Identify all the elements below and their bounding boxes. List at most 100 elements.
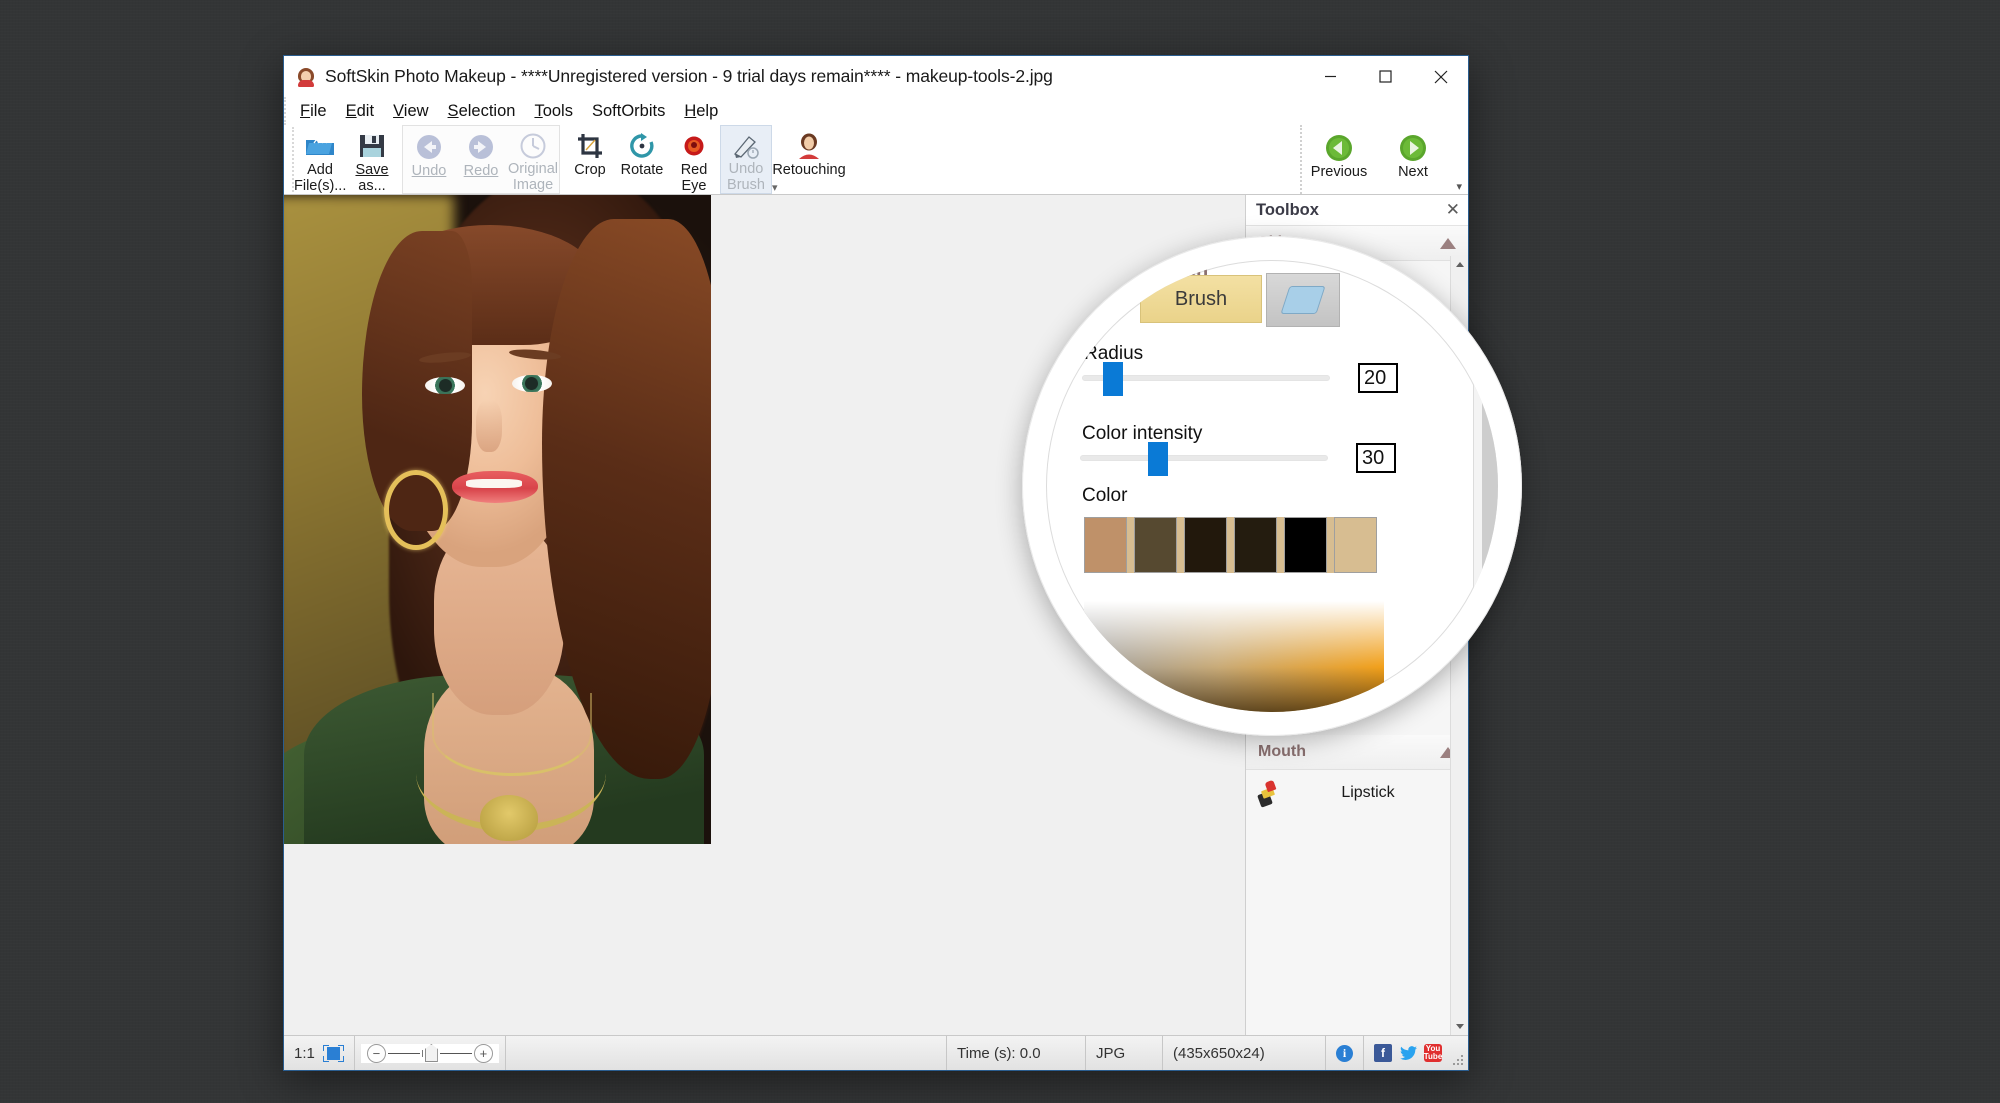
previous-button[interactable]: Previous <box>1302 125 1376 194</box>
menu-item-softorbits[interactable]: SoftOrbits <box>592 102 665 121</box>
red-eye-label-1: Red <box>680 162 708 178</box>
color-swatch-1[interactable] <box>1084 517 1127 573</box>
youtube-icon[interactable]: You Tube <box>1424 1044 1442 1062</box>
crop-button[interactable]: Crop <box>564 125 616 194</box>
menu-label-file-rest: ile <box>310 101 327 120</box>
previous-arrow-icon <box>1325 133 1353 163</box>
zoom-knob[interactable] <box>424 1044 438 1062</box>
fit-to-window-icon[interactable] <box>322 1044 344 1062</box>
toolbar: Add File(s)... Save as... Undo Redo Orig… <box>284 125 1468 195</box>
color-swatch-3[interactable] <box>1184 517 1227 573</box>
zoom-out-button[interactable]: − <box>366 1043 386 1063</box>
radius-value-field[interactable]: 20 <box>1358 363 1398 393</box>
youtube-line-2: Tube <box>1423 1052 1443 1061</box>
zoom-track-left <box>387 1052 420 1054</box>
rotate-label: Rotate <box>620 162 664 178</box>
redo-label: Redo <box>463 163 499 179</box>
save-as-button[interactable]: Save as... <box>346 125 398 194</box>
color-gradient-picker[interactable] <box>1084 601 1384 712</box>
maximize-icon[interactable] <box>1358 56 1413 97</box>
magnified-scrollbar-thumb[interactable] <box>1482 401 1498 631</box>
social-links: f You Tube <box>1364 1036 1452 1070</box>
twitter-icon[interactable] <box>1399 1044 1417 1062</box>
scroll-down-icon[interactable] <box>1451 1018 1468 1035</box>
lipstick-icon <box>1256 779 1278 808</box>
original-image-button[interactable]: Original Image <box>507 126 559 193</box>
crop-icon <box>577 131 603 161</box>
red-eye-button[interactable]: Red Eye <box>668 125 720 194</box>
undo-brush-label-2: Brush <box>727 176 765 193</box>
facebook-icon[interactable]: f <box>1374 1044 1392 1062</box>
toolbox-section-mouth[interactable]: Mouth <box>1246 735 1468 770</box>
file-format: JPG <box>1086 1036 1163 1070</box>
close-icon[interactable]: ✕ <box>1446 200 1460 220</box>
status-bar: 1:1 − + Time (s): 0.0 JPG (435x650x24) i… <box>284 1035 1468 1070</box>
lipstick-label: Lipstick <box>1341 784 1395 801</box>
radius-slider-track[interactable] <box>1082 362 1330 396</box>
chevron-up-icon[interactable] <box>1428 267 1448 281</box>
magnified-brush-tab[interactable]: Brush <box>1140 275 1262 323</box>
brush-blade-icon <box>1280 286 1326 314</box>
save-as-label-1: Save <box>355 162 389 178</box>
color-label: Color <box>1082 485 1128 506</box>
history-group: Undo Redo Original Image ▾ <box>402 125 778 194</box>
color-swatch-5[interactable] <box>1284 517 1327 573</box>
menu-item-help[interactable]: Help <box>684 102 718 121</box>
menu-item-tools[interactable]: Tools <box>534 102 573 121</box>
portrait-photo[interactable] <box>284 195 711 844</box>
chevron-up-icon[interactable] <box>1440 237 1456 249</box>
info-button[interactable]: i <box>1326 1036 1364 1070</box>
crop-label: Crop <box>574 162 606 178</box>
next-button[interactable]: Next <box>1376 125 1450 194</box>
info-icon[interactable]: i <box>1336 1044 1353 1062</box>
rotate-button[interactable]: Rotate <box>616 125 668 194</box>
magnified-skin-panel: Skin Brush Radius 20 Color intensity 30 … <box>1046 260 1498 712</box>
zoom-in-button[interactable]: + <box>473 1043 493 1063</box>
radius-slider-thumb[interactable] <box>1102 362 1123 396</box>
color-intensity-value-field[interactable]: 30 <box>1356 443 1396 473</box>
menu-item-selection[interactable]: Selection <box>448 102 516 121</box>
next-arrow-icon <box>1399 133 1427 163</box>
color-intensity-slider-row: 30 <box>1080 442 1396 476</box>
color-swatch-4[interactable] <box>1234 517 1277 573</box>
add-files-label-2: File(s)... <box>294 177 347 194</box>
undo-brush-button[interactable]: Undo Brush <box>720 125 772 194</box>
retouching-woman-icon <box>796 131 822 161</box>
add-files-button[interactable]: Add File(s)... <box>294 125 346 194</box>
magnified-panel-scrollbar[interactable] <box>1473 260 1498 712</box>
close-icon[interactable] <box>1413 56 1468 97</box>
color-swatch-row <box>1084 517 1377 573</box>
undo-brush-label-1: Undo <box>728 161 764 177</box>
menu-item-file[interactable]: File <box>300 102 327 121</box>
retouching-button[interactable]: Retouching <box>772 125 846 194</box>
color-intensity-slider-track[interactable] <box>1080 442 1328 476</box>
undo-label: Undo <box>411 163 447 179</box>
floppy-save-icon <box>359 131 385 161</box>
original-image-label-1: Original <box>508 161 558 177</box>
toolbox-title: Toolbox <box>1256 200 1319 219</box>
color-swatch-6[interactable] <box>1334 517 1377 573</box>
toolbox-item-lipstick[interactable]: Lipstick <box>1246 770 1468 816</box>
menu-item-edit[interactable]: Edit <box>346 102 374 121</box>
app-woman-icon <box>296 67 316 87</box>
menu-bar: File Edit View Selection Tools SoftOrbit… <box>284 97 1468 125</box>
open-folder-icon <box>305 131 335 161</box>
color-intensity-slider-thumb[interactable] <box>1147 442 1168 476</box>
undo-arrow-icon <box>416 132 442 162</box>
magnified-brush-tool[interactable] <box>1266 273 1340 327</box>
minimize-icon[interactable] <box>1303 56 1358 97</box>
resize-grip[interactable] <box>1452 1054 1466 1068</box>
zoom-slider[interactable]: − + <box>360 1043 499 1063</box>
status-spacer <box>506 1036 947 1070</box>
menu-item-view[interactable]: View <box>393 102 428 121</box>
zoom-ratio-cell[interactable]: 1:1 <box>284 1036 355 1070</box>
original-image-label-2: Image <box>512 176 554 193</box>
zoom-tick <box>421 1049 423 1057</box>
save-as-label-2: as... <box>358 177 386 194</box>
color-swatch-2[interactable] <box>1134 517 1177 573</box>
undo-button[interactable]: Undo <box>403 126 455 193</box>
magnifier-lens: Skin Brush Radius 20 Color intensity 30 … <box>1022 236 1522 736</box>
navigation-group: Previous Next <box>1300 125 1468 194</box>
undo-brush-icon <box>732 132 760 160</box>
redo-button[interactable]: Redo <box>455 126 507 193</box>
